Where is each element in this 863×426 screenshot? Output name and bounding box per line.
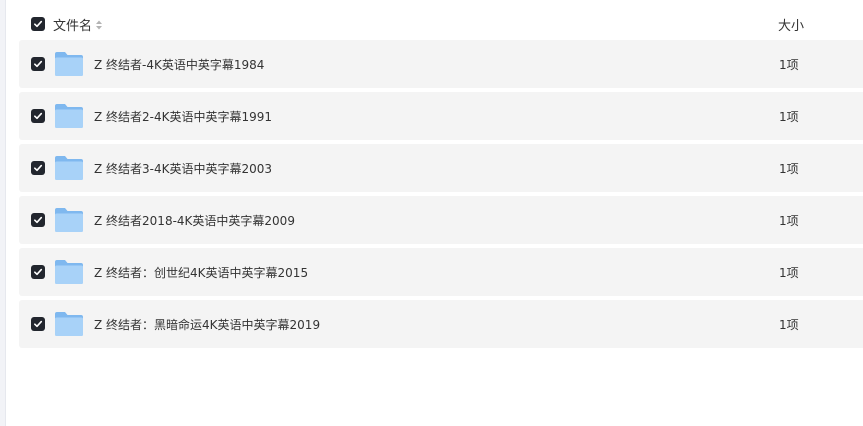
file-name[interactable]: Z 终结者3-4K英语中英字幕2003 <box>94 160 272 177</box>
file-size: 1项 <box>779 318 799 332</box>
sort-icon[interactable] <box>95 19 103 31</box>
file-row[interactable]: Z 终结者2018-4K英语中英字幕2009 1项 <box>19 196 863 244</box>
file-checkbox[interactable] <box>31 317 45 331</box>
file-size: 1项 <box>779 266 799 280</box>
file-row[interactable]: Z 终结者-4K英语中英字幕1984 1项 <box>19 40 863 88</box>
file-size: 1项 <box>779 58 799 72</box>
file-list-page: 文件名 大小 Z 终结者-4K英语中英字幕1984 1项 Z 终结者2-4K英语中英… <box>0 0 863 426</box>
file-name[interactable]: Z 终结者-4K英语中英字幕1984 <box>94 56 264 73</box>
left-panel-edge <box>0 0 6 426</box>
file-name[interactable]: Z 终结者2018-4K英语中英字幕2009 <box>94 212 295 229</box>
folder-icon <box>55 312 83 336</box>
file-checkbox[interactable] <box>31 57 45 71</box>
name-column-header[interactable]: 文件名 <box>53 15 103 34</box>
file-name[interactable]: Z 终结者：黑暗命运4K英语中英字幕2019 <box>94 316 320 333</box>
checkmark-icon <box>34 112 43 120</box>
checkmark-icon <box>34 216 43 224</box>
checkmark-icon <box>34 164 43 172</box>
checkmark-icon <box>34 60 43 68</box>
file-list: Z 终结者-4K英语中英字幕1984 1项 Z 终结者2-4K英语中英字幕1991 1… <box>19 40 863 352</box>
folder-icon <box>55 208 83 232</box>
file-row[interactable]: Z 终结者：黑暗命运4K英语中英字幕2019 1项 <box>19 300 863 348</box>
folder-icon <box>55 260 83 284</box>
file-name[interactable]: Z 终结者2-4K英语中英字幕1991 <box>94 108 272 125</box>
file-row[interactable]: Z 终结者：创世纪4K英语中英字幕2015 1项 <box>19 248 863 296</box>
select-all-checkbox[interactable] <box>31 17 45 31</box>
file-checkbox[interactable] <box>31 109 45 123</box>
file-size: 1项 <box>779 162 799 176</box>
file-row[interactable]: Z 终结者2-4K英语中英字幕1991 1项 <box>19 92 863 140</box>
file-checkbox[interactable] <box>31 161 45 175</box>
file-checkbox[interactable] <box>31 213 45 227</box>
checkmark-icon <box>34 320 43 328</box>
file-row[interactable]: Z 终结者3-4K英语中英字幕2003 1项 <box>19 144 863 192</box>
folder-icon <box>55 156 83 180</box>
file-checkbox[interactable] <box>31 265 45 279</box>
checkmark-icon <box>34 268 43 276</box>
folder-icon <box>55 104 83 128</box>
size-column-header[interactable]: 大小 <box>778 15 804 34</box>
file-size: 1项 <box>779 214 799 228</box>
checkmark-icon <box>34 20 43 28</box>
name-column-label: 文件名 <box>53 19 93 34</box>
folder-icon <box>55 52 83 76</box>
file-list-header: 文件名 大小 <box>19 10 863 38</box>
file-size: 1项 <box>779 110 799 124</box>
file-name[interactable]: Z 终结者：创世纪4K英语中英字幕2015 <box>94 264 308 281</box>
